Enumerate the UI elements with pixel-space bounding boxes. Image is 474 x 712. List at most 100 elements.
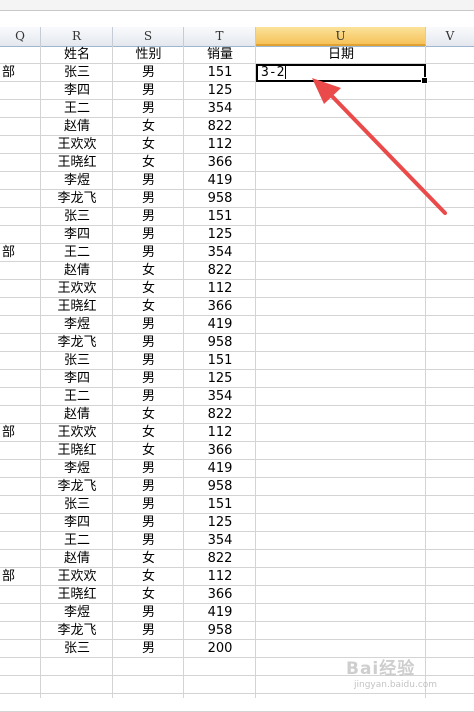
cell-gender[interactable]: 男 <box>113 388 184 405</box>
cell-sales[interactable]: 366 <box>184 442 256 459</box>
cell-sales[interactable]: 822 <box>184 550 256 567</box>
cell-sales[interactable]: 112 <box>184 136 256 153</box>
cell-sales[interactable]: 125 <box>184 82 256 99</box>
cell-gender[interactable]: 男 <box>113 100 184 117</box>
column-header-t[interactable]: T <box>184 27 256 46</box>
cell-q[interactable] <box>2 586 38 603</box>
cell-gender[interactable] <box>113 658 184 675</box>
cell-q[interactable] <box>2 226 38 243</box>
cell-q[interactable]: 部 <box>2 568 38 585</box>
cell-name[interactable]: 李龙飞 <box>41 478 113 495</box>
cell-gender[interactable]: 男 <box>113 352 184 369</box>
cell-name[interactable]: 李龙飞 <box>41 190 113 207</box>
cell-name[interactable]: 李煜 <box>41 316 113 333</box>
cell-gender[interactable] <box>113 676 184 693</box>
cell-q[interactable] <box>2 316 38 333</box>
cell-name[interactable]: 张三 <box>41 208 113 225</box>
column-header-s[interactable]: S <box>113 27 184 46</box>
cell-sales[interactable]: 419 <box>184 316 256 333</box>
cell-sales[interactable]: 419 <box>184 172 256 189</box>
cell-q[interactable] <box>2 550 38 567</box>
cell-gender[interactable]: 女 <box>113 262 184 279</box>
cell-q[interactable] <box>2 334 38 351</box>
cell-q[interactable] <box>2 352 38 369</box>
cell-q[interactable] <box>2 604 38 621</box>
cell-name[interactable]: 张三 <box>41 64 113 81</box>
column-header-r[interactable]: R <box>41 27 113 46</box>
cell-gender[interactable]: 女 <box>113 406 184 423</box>
cell-sales[interactable]: 151 <box>184 352 256 369</box>
header-cell-gender[interactable]: 性别 <box>113 46 184 63</box>
cell-q[interactable] <box>2 676 38 693</box>
cell-name[interactable]: 王欢欢 <box>41 136 113 153</box>
sheet-grid[interactable]: 姓名 性别 销量 日期 部张三男 151 李四男 125 王二男 354 赵倩女 822 王欢欢… <box>0 46 474 712</box>
cell-q[interactable] <box>2 388 38 405</box>
cell-sales[interactable]: 112 <box>184 568 256 585</box>
cell-sales[interactable]: 200 <box>184 640 256 657</box>
cell-q[interactable] <box>2 118 38 135</box>
active-cell-editor[interactable]: 3-2 <box>256 64 428 84</box>
cell-q[interactable] <box>2 262 38 279</box>
cell-gender[interactable]: 男 <box>113 226 184 243</box>
cell-name[interactable]: 王欢欢 <box>41 280 113 297</box>
cell-q[interactable] <box>2 154 38 171</box>
cell-name[interactable]: 王晓红 <box>41 586 113 603</box>
cell-gender[interactable]: 男 <box>113 478 184 495</box>
cell-name[interactable]: 李四 <box>41 514 113 531</box>
cell-sales[interactable]: 958 <box>184 334 256 351</box>
cell-name[interactable]: 王二 <box>41 388 113 405</box>
cell-sales[interactable]: 958 <box>184 622 256 639</box>
cell-name[interactable] <box>41 658 113 675</box>
cell-q[interactable] <box>2 496 38 513</box>
header-cell-name[interactable]: 姓名 <box>41 46 113 63</box>
cell-q[interactable] <box>2 658 38 675</box>
cell-gender[interactable]: 男 <box>113 64 184 81</box>
cell-q[interactable] <box>2 136 38 153</box>
cell-sales[interactable] <box>184 658 256 675</box>
cell-name[interactable] <box>41 676 113 693</box>
cell-q[interactable]: 部 <box>2 64 38 81</box>
cell-name[interactable]: 赵倩 <box>41 118 113 135</box>
cell-gender[interactable] <box>113 694 184 711</box>
cell-gender[interactable]: 女 <box>113 280 184 297</box>
cell-q[interactable] <box>2 514 38 531</box>
cell-input-text[interactable]: 3-2 <box>261 66 287 80</box>
cell-q[interactable] <box>2 460 38 477</box>
cell-name[interactable] <box>41 694 113 711</box>
cell-sales[interactable]: 822 <box>184 262 256 279</box>
cell-q[interactable] <box>2 100 38 117</box>
cell-gender[interactable]: 男 <box>113 370 184 387</box>
cell-name[interactable]: 王二 <box>41 532 113 549</box>
cell-sales[interactable]: 419 <box>184 460 256 477</box>
cell-gender[interactable]: 男 <box>113 514 184 531</box>
cell-name[interactable]: 王二 <box>41 244 113 261</box>
cell-q[interactable] <box>2 370 38 387</box>
cell-gender[interactable]: 男 <box>113 640 184 657</box>
cell-name[interactable]: 李四 <box>41 370 113 387</box>
cell-gender[interactable]: 男 <box>113 604 184 621</box>
cell-gender[interactable]: 女 <box>113 118 184 135</box>
cell-gender[interactable]: 男 <box>113 532 184 549</box>
cell-sales[interactable]: 366 <box>184 586 256 603</box>
cell-name[interactable]: 赵倩 <box>41 262 113 279</box>
cell-gender[interactable]: 男 <box>113 622 184 639</box>
cell-q[interactable] <box>2 406 38 423</box>
cell-name[interactable]: 赵倩 <box>41 550 113 567</box>
cell-gender[interactable]: 女 <box>113 550 184 567</box>
cell-gender[interactable]: 男 <box>113 496 184 513</box>
cell-gender[interactable]: 男 <box>113 316 184 333</box>
cell-q[interactable] <box>2 208 38 225</box>
cell-name[interactable]: 李龙飞 <box>41 622 113 639</box>
cell-sales[interactable] <box>184 694 256 711</box>
cell-gender[interactable]: 男 <box>113 334 184 351</box>
cell-sales[interactable]: 151 <box>184 496 256 513</box>
header-cell-date[interactable]: 日期 <box>256 46 426 63</box>
cell-gender[interactable]: 男 <box>113 208 184 225</box>
cell-gender[interactable]: 女 <box>113 136 184 153</box>
cell-gender[interactable]: 女 <box>113 298 184 315</box>
cell-name[interactable]: 李煜 <box>41 604 113 621</box>
column-header-v[interactable]: V <box>426 27 474 46</box>
cell-name[interactable]: 李四 <box>41 226 113 243</box>
cell-q[interactable]: 部 <box>2 424 38 441</box>
cell-q[interactable]: 部 <box>2 244 38 261</box>
